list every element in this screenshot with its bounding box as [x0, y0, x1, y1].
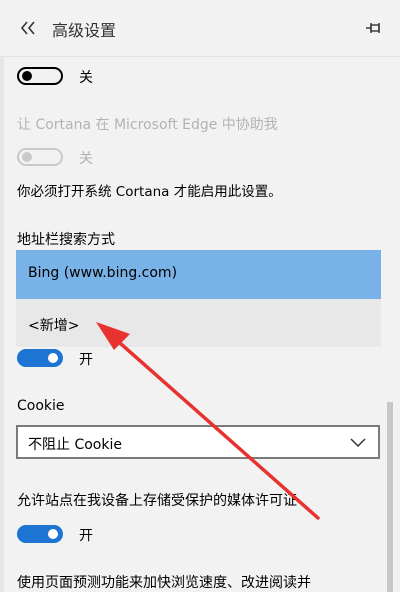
scrollbar-thumb[interactable] — [387, 402, 393, 592]
page-title: 高级设置 — [52, 21, 117, 40]
advanced-settings-panel: 高级设置 关 让 Cortana 在 Microsoft Edge 中协助我 关… — [0, 0, 400, 592]
toggle-state-label: 关 — [79, 70, 93, 86]
back-button[interactable] — [14, 14, 42, 42]
pin-icon — [366, 23, 380, 33]
cookie-select[interactable]: 不阻止 Cookie — [16, 425, 380, 459]
search-engine-option-bing[interactable]: Bing (www.bing.com) — [16, 250, 381, 299]
search-engine-label: 地址栏搜索方式 — [17, 232, 115, 248]
panel-header: 高级设置 — [0, 0, 400, 57]
cortana-edge-label: 让 Cortana 在 Microsoft Edge 中协助我 — [17, 117, 278, 133]
search-suggestions-toggle[interactable] — [17, 349, 63, 367]
option-label: Bing (www.bing.com) — [28, 265, 178, 281]
toggle-knob — [48, 353, 58, 363]
setting-toggle-off[interactable] — [17, 67, 63, 85]
media-license-state: 开 — [79, 528, 93, 544]
panel-edge — [0, 0, 4, 592]
search-engine-option-add-new[interactable]: <新增> — [16, 299, 381, 347]
cookie-label: Cookie — [17, 398, 65, 414]
media-license-toggle[interactable] — [17, 525, 63, 543]
pin-button[interactable] — [360, 14, 390, 42]
chevron-down-icon — [350, 438, 366, 448]
toggle-knob — [22, 71, 32, 81]
toggle-knob — [22, 152, 32, 162]
option-label: <新增> — [28, 318, 80, 334]
cookie-select-value: 不阻止 Cookie — [28, 437, 122, 453]
double-chevron-left-icon — [20, 21, 35, 35]
cortana-note: 你必须打开系统 Cortana 才能启用此设置。 — [17, 184, 282, 200]
page-prediction-label: 使用页面预测功能来加快浏览速度、改进阅读并 — [17, 575, 311, 591]
search-toggle-state: 开 — [79, 352, 93, 368]
toggle-knob — [48, 529, 58, 539]
cortana-edge-toggle — [17, 148, 63, 166]
cortana-edge-state: 关 — [79, 151, 93, 167]
media-license-label: 允许站点在我设备上存储受保护的媒体许可证 — [17, 493, 297, 509]
